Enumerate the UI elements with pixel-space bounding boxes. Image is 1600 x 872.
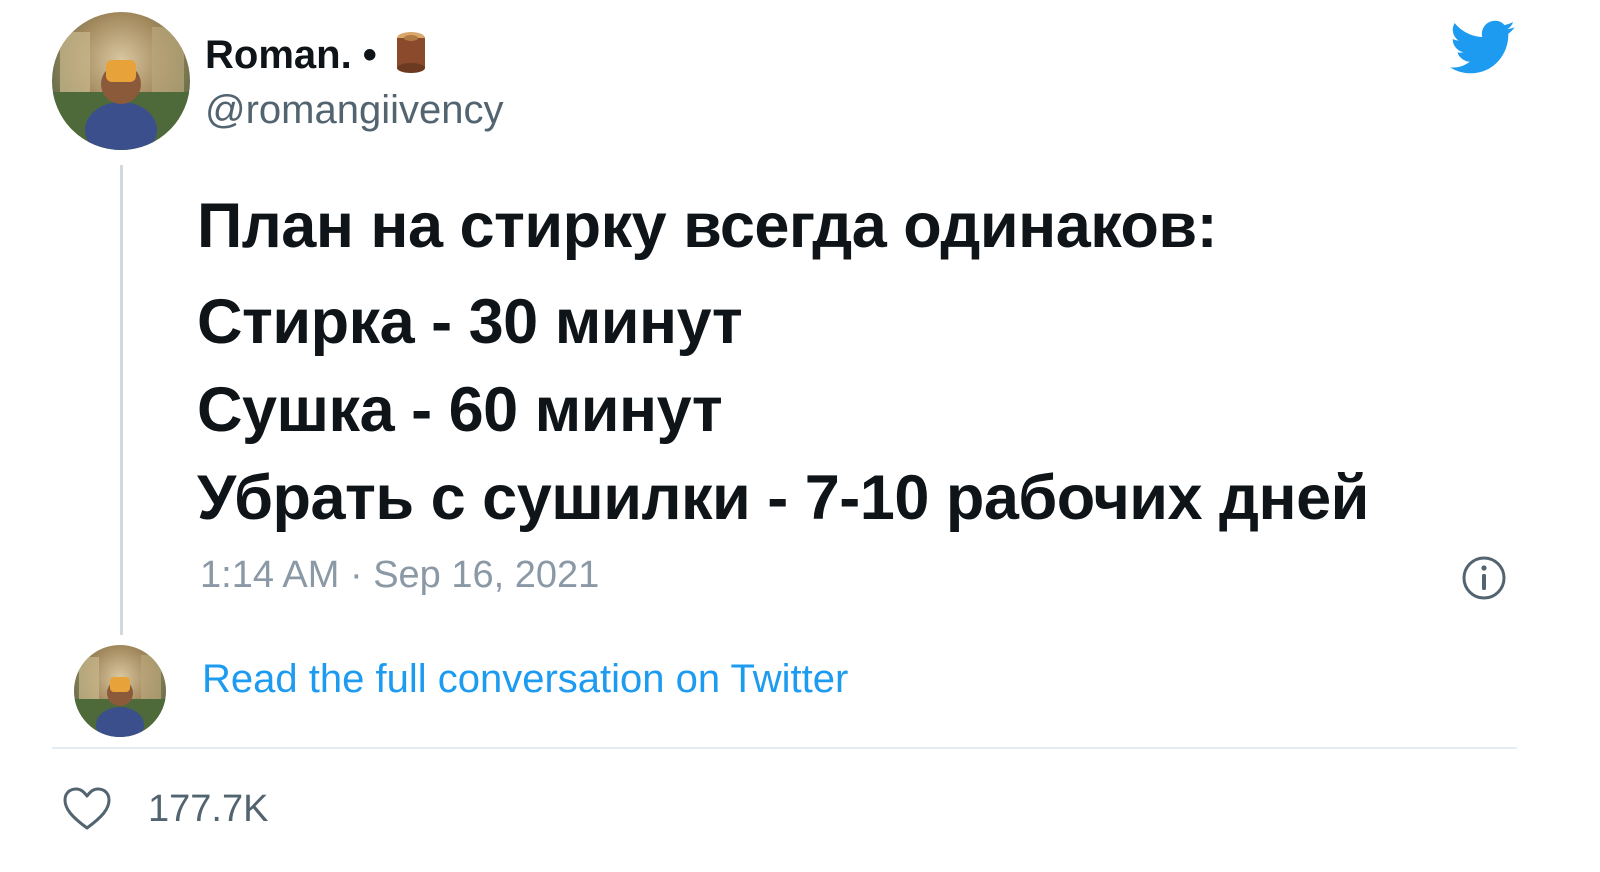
read-full-conversation-link[interactable]: Read the full conversation on Twitter [202,656,848,702]
tweet-text-line: План на стирку всегда одинаков: [197,191,1218,261]
reply-avatar[interactable] [74,645,166,737]
info-icon[interactable] [1461,555,1507,601]
wood-log-icon [396,32,425,73]
tweet-text-line: Стирка - 30 минут [197,287,743,357]
twitter-bird-icon[interactable] [1450,20,1516,76]
author-avatar[interactable] [52,12,190,150]
author-display-name[interactable]: Roman. • [205,30,428,77]
tweet-text: План на стирку всегда одинаков: Стирка -… [197,182,1527,542]
tweet-embed: Roman. • @romangiivency План на стирку в… [0,0,1600,872]
tweet-text-line: Сушка - 60 минут [197,375,723,445]
heart-icon[interactable] [62,786,112,832]
author-handle[interactable]: @romangiivency [205,88,504,132]
divider [52,747,1517,749]
tweet-timestamp[interactable]: 1:14 AM · Sep 16, 2021 [200,553,599,597]
like-count: 177.7K [148,788,269,830]
thread-connector-line [120,165,123,635]
tweet-text-line: Убрать с сушилки - 7-10 рабочих дней [197,463,1369,533]
